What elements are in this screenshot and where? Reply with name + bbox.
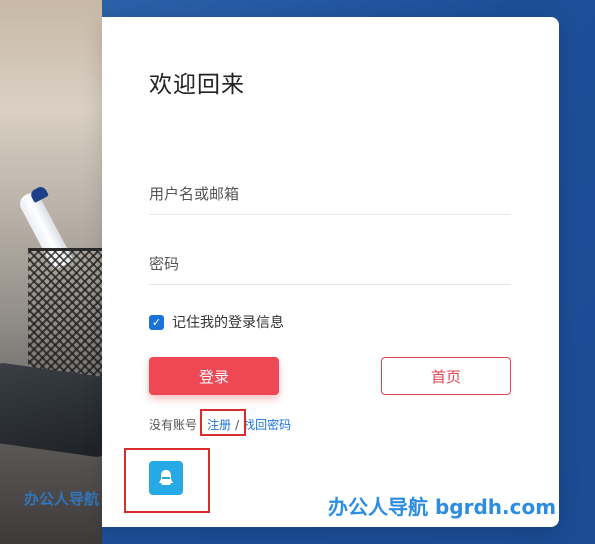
remember-label: 记住我的登录信息 xyxy=(172,315,284,331)
remember-me-row[interactable]: ✓ 记住我的登录信息 xyxy=(149,312,284,332)
username-input[interactable] xyxy=(149,174,511,215)
login-card: 欢迎回来 ✓ 记住我的登录信息 登录 首页 没有账号 : 注册 / 找回密码 xyxy=(102,17,559,527)
watermark-right: 办公人导航 bgrdh.com xyxy=(328,495,557,519)
qq-penguin-icon xyxy=(159,470,173,485)
background-photo xyxy=(0,0,102,544)
remember-checkbox[interactable]: ✓ xyxy=(149,314,164,330)
page-title: 欢迎回来 xyxy=(149,72,245,98)
forgot-password-link[interactable]: 找回密码 xyxy=(243,416,291,433)
no-account-text: 没有账号 xyxy=(149,418,198,432)
laptop-illustration xyxy=(0,362,102,458)
home-button[interactable]: 首页 xyxy=(381,357,511,395)
register-highlight-box xyxy=(200,409,246,436)
watermark-left: 办公人导航 xyxy=(24,490,100,508)
login-button[interactable]: 登录 xyxy=(149,357,279,395)
qq-login-button[interactable] xyxy=(149,461,183,495)
password-input[interactable] xyxy=(149,244,511,285)
